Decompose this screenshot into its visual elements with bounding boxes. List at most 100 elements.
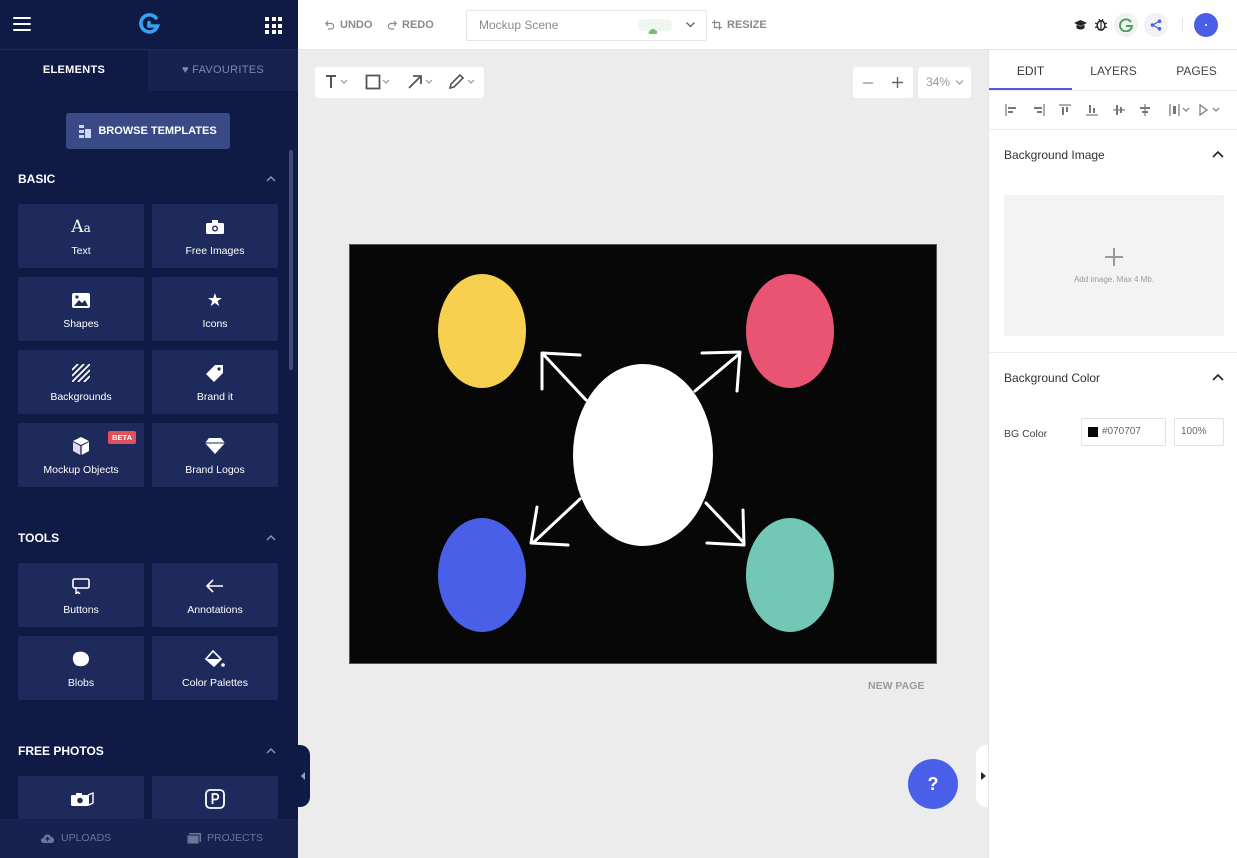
graduation-cap-icon[interactable] [1074,19,1087,31]
artboard[interactable] [349,244,937,664]
text-tool[interactable] [325,74,351,95]
tile-blobs[interactable]: Blobs [18,636,144,700]
arrow-bottom-left[interactable] [529,497,582,547]
scene-name-select[interactable]: Mockup Scene [466,10,707,41]
arrow-top-right[interactable] [693,350,742,393]
tile-text[interactable]: Aa Text [18,204,144,268]
tile-backgrounds[interactable]: Backgrounds [18,350,144,414]
align-top-icon[interactable] [1059,104,1071,116]
tile-brand-it[interactable]: Brand it [152,350,278,414]
arrow-tool-icon [408,75,433,89]
right-panel: EDIT LAYERS PAGES Background Image Add i… [988,50,1237,858]
tile-shapes[interactable]: Shapes [18,277,144,341]
share-icon [1150,19,1162,31]
projects-button[interactable]: PROJECTS [187,819,263,858]
tab-edit[interactable]: EDIT [989,50,1072,90]
red-circle[interactable] [746,274,834,388]
zoom-out-icon[interactable] [862,77,874,89]
artboard-content [438,274,834,632]
align-center-vertical-icon[interactable] [1113,104,1125,116]
chevron-up-icon[interactable] [1212,150,1224,160]
tile-label: Annotations [187,604,243,616]
redo-button[interactable]: REDO [387,0,434,50]
tab-favourites[interactable]: ♥ FAVOURITES [148,50,298,91]
apps-grid-icon[interactable] [265,17,282,34]
arrow-top-left[interactable] [540,351,588,402]
distribute-icon[interactable] [1169,104,1191,116]
bg-opacity-field[interactable]: 100% [1174,418,1224,446]
arrow-bottom-right[interactable] [704,501,746,547]
tile-mockup-objects[interactable]: BETA Mockup Objects [18,423,144,487]
resize-button[interactable]: RESIZE [712,0,767,50]
align-bottom-icon[interactable] [1086,104,1098,116]
cursor-button-icon [18,577,144,595]
tile-annotations[interactable]: Annotations [152,563,278,627]
blob-icon [18,650,144,668]
tile-free-images[interactable]: Free Images [152,204,278,268]
pexels-icon [152,789,278,809]
share-button[interactable] [1144,13,1168,37]
bg-color-field[interactable]: #070707 [1081,418,1166,446]
flip-icon[interactable] [1199,104,1221,116]
chevron-up-icon[interactable] [266,533,276,543]
browse-templates-button[interactable]: BROWSE TEMPLATES [66,113,230,149]
plus-icon [1105,248,1123,266]
align-center-horizontal-icon[interactable] [1139,104,1151,116]
paint-bucket-icon [152,650,278,668]
cloud-upload-icon [40,834,55,843]
chevron-up-icon[interactable] [1212,373,1224,383]
google-account-button[interactable] [1114,13,1138,37]
square-tool-icon [365,74,390,90]
tile-photo-source-2[interactable] [152,776,278,819]
browse-templates-label: BROWSE TEMPLATES [98,125,217,137]
bug-icon[interactable] [1095,18,1107,31]
tile-brand-logos[interactable]: Brand Logos [152,423,278,487]
tab-pages[interactable]: PAGES [1155,50,1237,90]
dropzone-hint: Add image. Max 4 Mb. [1073,275,1155,284]
tile-color-palettes[interactable]: Color Palettes [152,636,278,700]
avatar[interactable] [1194,13,1218,37]
teal-circle[interactable] [746,518,834,632]
yellow-circle[interactable] [438,274,526,388]
background-image-title: Background Image [1004,148,1105,162]
tile-icons[interactable]: ★ Icons [152,277,278,341]
divider [989,352,1237,353]
background-image-dropzone[interactable]: Add image. Max 4 Mb. [1004,195,1224,336]
chevron-up-icon[interactable] [266,174,276,184]
new-page-button[interactable]: NEW PAGE [868,680,924,692]
center-circle[interactable] [573,364,713,546]
folder-icon [187,833,201,844]
tile-label: Free Images [185,245,245,257]
pen-tool[interactable] [448,73,478,95]
undo-button[interactable]: UNDO [325,0,372,50]
tab-layers[interactable]: LAYERS [1072,50,1155,90]
help-button[interactable]: ? [908,759,958,809]
chevron-down-icon[interactable] [685,19,696,30]
shape-tool[interactable] [365,74,393,95]
alignment-toolbar [989,91,1237,130]
chevron-up-icon[interactable] [266,746,276,756]
menu-icon[interactable] [13,17,31,33]
tile-buttons[interactable]: Buttons [18,563,144,627]
collapse-sidebar-handle[interactable] [298,745,310,807]
resize-label: RESIZE [727,19,767,31]
zoom-level-select[interactable]: 34% [918,67,971,98]
zoom-in-icon[interactable] [891,76,904,89]
app-logo[interactable] [138,12,160,36]
arrow-tool[interactable] [407,74,435,95]
align-right-icon[interactable] [1033,104,1045,116]
align-left-icon[interactable] [1005,104,1017,116]
zoom-level-value: 34% [926,75,951,89]
tile-photo-source-1[interactable] [18,776,144,819]
stripes-icon [18,364,144,382]
blue-circle[interactable] [438,518,526,632]
sidebar-scrollbar[interactable] [289,150,293,370]
section-tools-title: TOOLS [18,531,60,545]
tab-elements[interactable]: ELEMENTS [0,50,148,91]
templates-icon [79,124,92,138]
uploads-button[interactable]: UPLOADS [40,819,111,858]
collapse-right-panel-handle[interactable] [976,745,988,807]
text-icon: Aa [71,217,91,237]
bg-color-value: #070707 [1102,426,1141,437]
color-swatch[interactable] [1088,427,1098,437]
